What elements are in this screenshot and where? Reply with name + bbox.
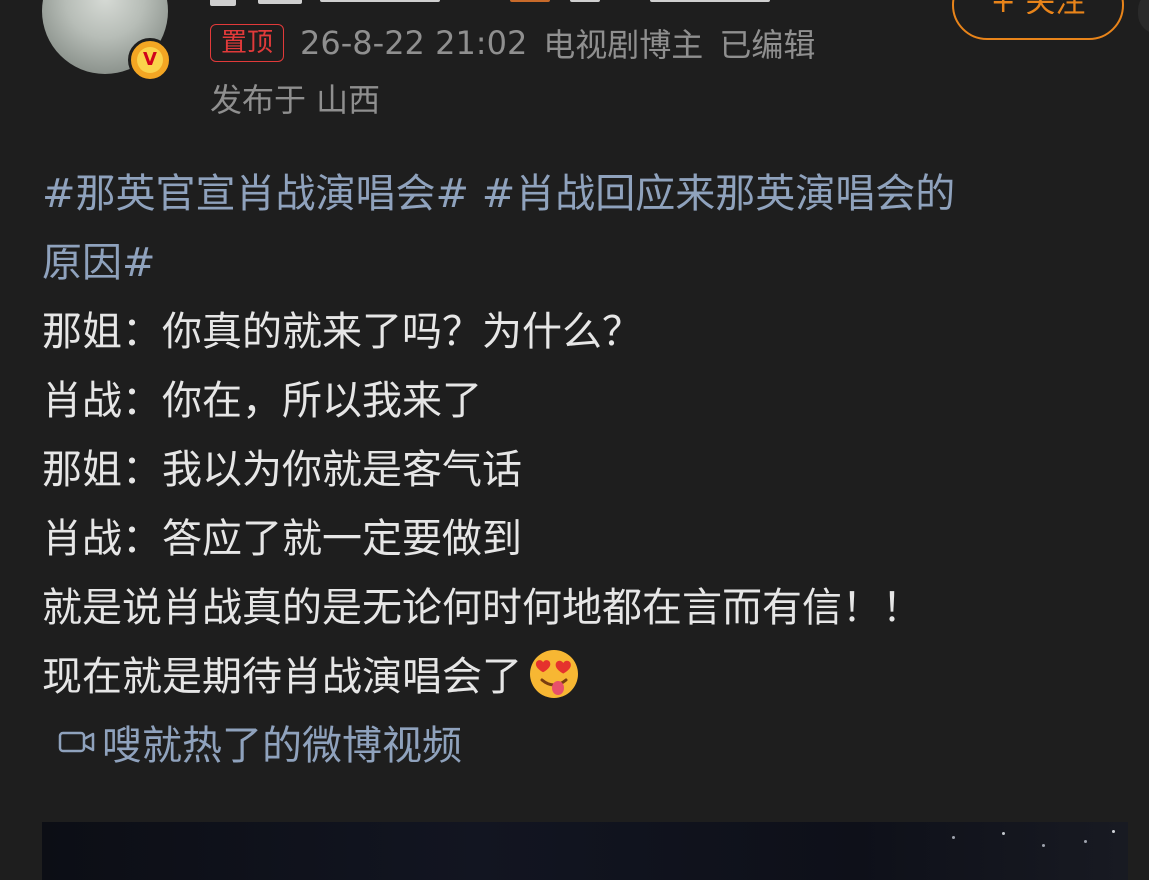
- weibo-post: V + 关注 置顶 26-8-22 21:02 电视剧博主 已编辑 发布于 山西…: [0, 0, 1149, 880]
- more-button[interactable]: [1138, 0, 1149, 34]
- video-thumbnail[interactable]: [42, 822, 1128, 880]
- author-name-clipped[interactable]: [210, 0, 910, 6]
- hashtag-line[interactable]: 原因#: [42, 229, 1117, 298]
- verified-badge-icon: V: [128, 38, 172, 82]
- post-meta: 置顶 26-8-22 21:02 电视剧博主 已编辑: [210, 22, 815, 64]
- pinned-badge: 置顶: [210, 24, 285, 62]
- edited-label: 已编辑: [719, 26, 816, 64]
- post-timestamp: 26-8-22 21:02: [300, 24, 528, 62]
- post-content: #那英官宣肖战演唱会# #肖战回应来那英演唱会的 原因# 那姐：你真的就来了吗？…: [42, 160, 1117, 712]
- content-line-last: 现在就是期待肖战演唱会了: [42, 643, 1117, 712]
- content-line: 肖战：你在，所以我来了: [42, 378, 482, 424]
- follow-label: + 关注: [991, 0, 1086, 14]
- content-line: 那姐：你真的就来了吗？为什么？: [42, 309, 642, 355]
- verified-badge-letter: V: [137, 47, 163, 73]
- content-line: 那姐：我以为你就是客气话: [42, 447, 522, 493]
- follow-button[interactable]: + 关注: [952, 0, 1124, 40]
- video-camera-icon: [58, 731, 95, 753]
- content-line-text: 现在就是期待肖战演唱会了: [42, 654, 522, 700]
- hashtag-line[interactable]: #那英官宣肖战演唱会# #肖战回应来那英演唱会的: [42, 160, 1117, 229]
- author-role: 电视剧博主: [543, 26, 704, 64]
- video-link[interactable]: 嗖就热了的微博视频: [58, 712, 462, 772]
- content-line: 就是说肖战真的是无论何时何地都在言而有信！！: [42, 585, 922, 631]
- post-location: 发布于 山西: [210, 81, 381, 119]
- content-line: 肖战：答应了就一定要做到: [42, 516, 522, 562]
- video-link-label: 嗖就热了的微博视频: [102, 723, 462, 769]
- heart-eyes-tongue-emoji-icon: [530, 650, 578, 698]
